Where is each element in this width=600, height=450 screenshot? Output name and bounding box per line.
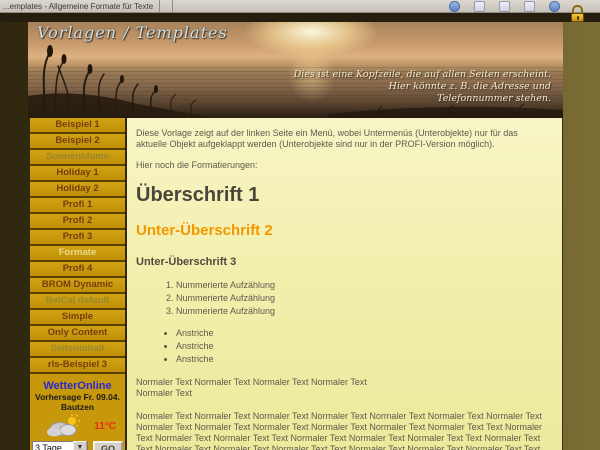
browser-toolbar-icons	[449, 1, 560, 12]
browser-tab-title[interactable]: ...emplates - Allgemeine Formate für Tex…	[0, 2, 153, 11]
bullet-list-item: Anstriche	[176, 354, 550, 365]
sidebar-item-brom-dynamic[interactable]: BROM Dynamic	[30, 278, 125, 294]
site-title: Vorlagen / Templates	[37, 23, 228, 42]
numbered-list-item: Nummerierte Aufzählung	[176, 306, 550, 317]
tab-divider	[159, 0, 160, 12]
go-button[interactable]: GO	[93, 441, 123, 450]
sidebar-item-profi-4[interactable]: Profi 4	[30, 262, 125, 278]
sidebar-item-belcal-default[interactable]: BelCal default	[30, 294, 125, 310]
tools-icon[interactable]	[524, 1, 535, 12]
help-icon[interactable]	[549, 1, 560, 12]
sidebar-item-profi-3[interactable]: Profi 3	[30, 230, 125, 246]
bookmark-icon[interactable]	[449, 1, 460, 12]
weather-widget: WetterOnline Vorhersage Fr. 09.04. Bautz…	[30, 380, 125, 450]
heading-2: Unter-Überschrift 2	[136, 222, 550, 239]
intro-paragraph: Diese Vorlage zeigt auf der linken Seite…	[136, 128, 550, 150]
normal-text-paragraph-long: Normaler Text Normaler Text Normaler Tex…	[136, 411, 550, 450]
sidebar-item-sonnenblume[interactable]: Sonnenblume	[30, 150, 125, 166]
sidebar-item-profi-2[interactable]: Profi 2	[30, 214, 125, 230]
sidebar-item-rls-beispiel-3[interactable]: rls-Beispiel 3	[30, 358, 125, 374]
heading-3: Unter-Überschrift 3	[136, 256, 550, 269]
sidebar-nav: Beispiel 1 Beispiel 2 Sonnenblume Holida…	[28, 118, 127, 450]
sidebar-item-holiday-1[interactable]: Holiday 1	[30, 166, 125, 182]
lock-icon	[571, 5, 584, 21]
sidebar-item-holiday-2[interactable]: Holiday 2	[30, 182, 125, 198]
numbered-list-item: Nummerierte Aufzählung	[176, 293, 550, 304]
wetteronline-logo[interactable]: WetterOnline	[30, 380, 125, 392]
tagline-line: Dies ist eine Kopfzeile, die auf allen S…	[294, 69, 551, 81]
tab-divider	[172, 0, 173, 12]
main-content: Diese Vorlage zeigt auf der linken Seite…	[127, 118, 563, 450]
cloud-sun-icon	[46, 414, 82, 438]
forecast-city-label: Bautzen	[30, 402, 125, 412]
bullet-list-item: Anstriche	[176, 341, 550, 352]
heading-1: Überschrift 1	[136, 184, 550, 206]
sidebar-item-formate[interactable]: Formate	[30, 246, 125, 262]
normal-text-line: Normaler Text Normaler Text Normaler Tex…	[136, 377, 367, 387]
forecast-range-select[interactable]: 3 Tage ▼	[32, 441, 88, 450]
sidebar-item-seiteninhalt[interactable]: Seiteninhalt	[30, 342, 125, 358]
bullet-list-item: Anstriche	[176, 328, 550, 339]
temperature-value: 11°C	[94, 421, 116, 432]
forecast-date-label: Vorhersage Fr. 09.04.	[30, 392, 125, 402]
tagline-line: Hier könnte z. B. die Adresse und	[294, 81, 551, 93]
formats-line: Hier noch die Formatierungen:	[136, 160, 550, 171]
normal-text-line: Normaler Text	[136, 388, 192, 398]
sidebar-item-beispiel-1[interactable]: Beispiel 1	[30, 118, 125, 134]
numbered-list: Nummerierte Aufzählung Nummerierte Aufzä…	[162, 280, 550, 317]
sidebar-item-simple[interactable]: Simple	[30, 310, 125, 326]
sidebar-item-only-content[interactable]: Only Content	[30, 326, 125, 342]
page-top-band	[0, 13, 600, 22]
browser-titlebar: ...emplates - Allgemeine Formate für Tex…	[0, 0, 600, 13]
bullet-list: Anstriche Anstriche Anstriche	[162, 328, 550, 365]
screen: ...emplates - Allgemeine Formate für Tex…	[0, 0, 600, 450]
chevron-down-icon[interactable]: ▼	[73, 441, 87, 450]
numbered-list-item: Nummerierte Aufzählung	[176, 280, 550, 291]
header-tagline: Dies ist eine Kopfzeile, die auf allen S…	[294, 69, 551, 105]
sidebar-item-beispiel-2[interactable]: Beispiel 2	[30, 134, 125, 150]
forecast-range-value: 3 Tage	[35, 443, 62, 450]
page-icon[interactable]	[499, 1, 510, 12]
print-icon[interactable]	[474, 1, 485, 12]
sidebar-item-profi-1[interactable]: Profi 1	[30, 198, 125, 214]
normal-text-paragraph: Normaler Text Normaler Text Normaler Tex…	[136, 377, 550, 399]
tagline-line: Telefonnummer stehen.	[294, 93, 551, 105]
site-header: Vorlagen / Templates Dies ist eine Kopfz…	[28, 22, 563, 118]
